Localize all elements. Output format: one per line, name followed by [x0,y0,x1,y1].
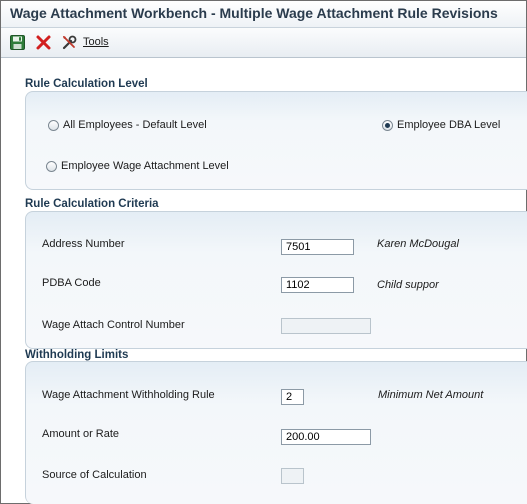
rule-calc-criteria-heading: Rule Calculation Criteria [25,198,159,210]
rule-calc-level-panel: All Employees - Default Level Employee D… [25,91,527,190]
address-number-label: Address Number [42,238,125,250]
withholding-rule-input[interactable]: 2 [281,389,304,405]
amount-or-rate-label: Amount or Rate [42,428,120,440]
employee-wage-attachment-label: Employee Wage Attachment Level [61,160,229,172]
tools-menu[interactable]: Tools [83,36,109,48]
pdba-code-description: Child suppor [377,279,439,291]
address-number-description: Karen McDougal [377,238,459,250]
control-number-input [281,318,371,334]
pdba-code-input[interactable]: 1102 [281,277,354,293]
title-bar: Wage Attachment Workbench - Multiple Wag… [1,1,526,28]
withholding-limits-panel: Wage Attachment Withholding Rule 2 Minim… [25,361,527,504]
all-employees-radio[interactable] [48,120,59,131]
withholding-limits-heading: Withholding Limits [25,349,129,361]
close-icon[interactable] [35,34,52,51]
all-employees-label: All Employees - Default Level [63,119,207,131]
rule-calc-criteria-panel: Address Number 7501 Karen McDougal PDBA … [25,211,527,349]
withholding-rule-label: Wage Attachment Withholding Rule [42,389,215,401]
withholding-rule-description: Minimum Net Amount [378,389,484,401]
pdba-code-label: PDBA Code [42,277,101,289]
source-of-calc-input [281,468,304,484]
tools-icon[interactable] [61,34,78,51]
amount-or-rate-input[interactable]: 200.00 [281,429,371,445]
employee-dba-radio[interactable] [382,120,393,131]
window: Wage Attachment Workbench - Multiple Wag… [0,0,527,504]
window-title: Wage Attachment Workbench - Multiple Wag… [10,5,498,21]
form-content: Rule Calculation Level All Employees - D… [1,58,527,504]
toolbar: Tools [1,28,526,58]
tools-label: Tools [83,36,109,48]
address-number-input[interactable]: 7501 [281,239,354,255]
employee-wage-attachment-radio[interactable] [46,161,57,172]
control-number-label: Wage Attach Control Number [42,319,185,331]
employee-dba-label: Employee DBA Level [397,119,501,131]
save-icon[interactable] [9,34,26,51]
source-of-calc-label: Source of Calculation [42,469,147,481]
rule-calc-level-heading: Rule Calculation Level [25,78,148,90]
